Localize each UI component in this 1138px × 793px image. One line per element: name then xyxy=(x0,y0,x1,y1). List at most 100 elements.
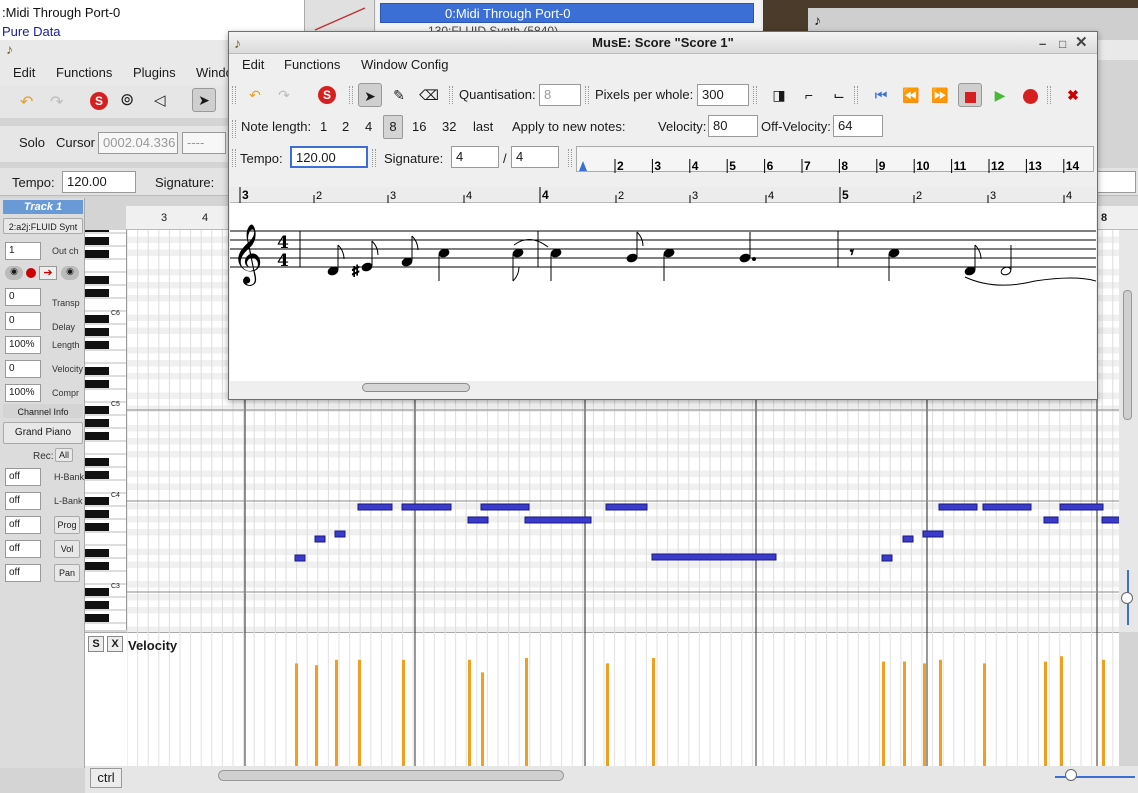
delay-field[interactable]: 0 xyxy=(5,312,41,330)
redo-icon[interactable]: ↷ xyxy=(50,92,63,112)
record-toggle-icon[interactable]: ◉ xyxy=(5,266,23,280)
midi-note[interactable] xyxy=(605,503,648,511)
close-icon[interactable]: ✕ xyxy=(1075,32,1088,54)
velocity-bar[interactable] xyxy=(1060,656,1063,766)
score-position-ruler[interactable]: 2 3 4 5 6 7 8 9 10 11 12 13 14 xyxy=(576,146,1094,173)
record-button[interactable] xyxy=(1018,83,1042,107)
midi-note[interactable] xyxy=(467,516,489,524)
note-length-4[interactable]: 4 xyxy=(365,119,372,134)
midi-note[interactable] xyxy=(357,503,393,511)
velocity-bar[interactable] xyxy=(652,658,655,766)
loop-start-icon[interactable]: ⌐ xyxy=(797,83,821,107)
note-length-last[interactable]: last xyxy=(473,119,493,134)
signature-numerator-field[interactable]: 4 xyxy=(451,146,499,168)
loop-end-icon[interactable]: ⌙ xyxy=(827,83,851,107)
compression-field[interactable]: 100% xyxy=(5,384,41,402)
pixels-per-whole-field[interactable]: 300 xyxy=(697,84,749,106)
midi-note[interactable] xyxy=(401,503,452,511)
velocity-bar[interactable] xyxy=(882,661,885,766)
eraser-tool-icon[interactable]: ⌫ xyxy=(417,83,441,107)
play-icon[interactable]: ▶ xyxy=(988,83,1012,107)
midi-note[interactable] xyxy=(294,554,306,562)
velocity-bar[interactable] xyxy=(1102,659,1105,766)
midi-note[interactable] xyxy=(334,530,346,538)
pan-field[interactable]: off xyxy=(5,564,41,582)
black-key[interactable] xyxy=(85,432,109,440)
score-redo-icon[interactable]: ↷ xyxy=(272,83,296,107)
black-key[interactable] xyxy=(85,510,109,518)
velocity-bar[interactable] xyxy=(903,661,906,766)
position-marker-icon[interactable] xyxy=(579,161,587,171)
note-length-32[interactable]: 32 xyxy=(442,119,456,134)
signature-denominator-field[interactable]: 4 xyxy=(511,146,559,168)
midi-note[interactable] xyxy=(982,503,1032,511)
velocity-bar[interactable] xyxy=(606,663,609,766)
black-key[interactable] xyxy=(85,471,109,479)
midi-note[interactable] xyxy=(922,530,944,538)
instrument-button[interactable]: Grand Piano xyxy=(3,422,83,444)
velocity-bar[interactable] xyxy=(923,663,926,766)
midi-note[interactable] xyxy=(1101,516,1119,524)
solo-label[interactable]: Solo xyxy=(19,135,45,150)
program-button[interactable]: Prog xyxy=(54,516,80,534)
black-key[interactable] xyxy=(85,458,109,466)
output-port-button[interactable]: 2:a2j:FLUID Synt xyxy=(3,218,83,234)
black-key[interactable] xyxy=(85,419,109,427)
menu-plugins[interactable]: Plugins xyxy=(133,65,176,80)
black-key[interactable] xyxy=(85,523,109,531)
rewind-icon[interactable]: ⏪ xyxy=(899,83,923,107)
lbank-field[interactable]: off xyxy=(5,492,41,510)
pianoroll-vertical-scrollbar[interactable] xyxy=(1119,230,1138,632)
black-key[interactable] xyxy=(85,250,109,258)
ctrl-button[interactable]: ctrl xyxy=(90,768,122,788)
black-key[interactable] xyxy=(85,549,109,557)
rewind-to-start-icon[interactable]: ⏮ xyxy=(869,83,893,107)
midi-note[interactable] xyxy=(314,535,326,543)
black-key[interactable] xyxy=(85,276,109,284)
velocity-bar[interactable] xyxy=(1044,661,1047,766)
stop-button[interactable] xyxy=(958,83,982,107)
score-tempo-field[interactable]: 120.00 xyxy=(290,146,368,168)
position-ruler-tail[interactable] xyxy=(1096,171,1136,193)
velocity-bar[interactable] xyxy=(983,663,986,766)
play-toggle-icon[interactable]: ◉ xyxy=(61,266,79,280)
velocity-bar[interactable] xyxy=(295,663,298,766)
minimize-icon[interactable]: – xyxy=(1039,33,1046,55)
panic-icon[interactable]: ✖ xyxy=(1061,83,1085,107)
vertical-zoom-handle[interactable] xyxy=(1121,592,1133,604)
velocity-bar[interactable] xyxy=(315,665,318,766)
midi-icon[interactable]: ⊚ xyxy=(120,90,134,110)
note-length-16[interactable]: 16 xyxy=(412,119,426,134)
velocity-field[interactable]: 80 xyxy=(708,115,758,137)
selected-port-item[interactable]: 0:Midi Through Port-0 xyxy=(380,3,754,23)
black-key[interactable] xyxy=(85,367,109,375)
score-undo-icon[interactable]: ↶ xyxy=(243,83,267,107)
midi-note[interactable] xyxy=(881,554,893,562)
track-title[interactable]: Track 1 xyxy=(3,200,83,214)
score-staff-ruler[interactable]: 3 2 3 4 4 2 3 4 5 2 3 4 xyxy=(230,187,1096,203)
score-horizontal-scrollbar[interactable] xyxy=(362,383,470,392)
black-key[interactable] xyxy=(85,614,109,622)
score-menu-functions[interactable]: Functions xyxy=(284,57,340,72)
note-length-1[interactable]: 1 xyxy=(320,119,327,134)
velocity-bar[interactable] xyxy=(358,659,361,766)
program-field[interactable]: off xyxy=(5,516,41,534)
route-arrow-icon[interactable]: ➔ xyxy=(39,266,57,280)
velocity-bar[interactable] xyxy=(335,659,338,766)
black-key[interactable] xyxy=(85,588,109,596)
midi-note[interactable] xyxy=(938,503,978,511)
velocity-canvas[interactable] xyxy=(127,632,1119,766)
black-key[interactable] xyxy=(85,341,109,349)
volume-button[interactable]: Vol xyxy=(54,540,80,558)
score-menu-edit[interactable]: Edit xyxy=(242,57,264,72)
off-velocity-field[interactable]: 64 xyxy=(833,115,883,137)
black-key[interactable] xyxy=(85,289,109,297)
velocity-bar[interactable] xyxy=(402,659,405,766)
velocity-offset-field[interactable]: 0 xyxy=(5,360,41,378)
note-length-8-selected[interactable]: 8 xyxy=(383,115,403,139)
fast-forward-icon[interactable]: ⏩ xyxy=(928,83,952,107)
transpose-field[interactable]: 0 xyxy=(5,288,41,306)
hbank-field[interactable]: off xyxy=(5,468,41,486)
rec-all-button[interactable]: All xyxy=(55,448,73,462)
pencil-tool-icon[interactable]: ✎ xyxy=(387,83,411,107)
